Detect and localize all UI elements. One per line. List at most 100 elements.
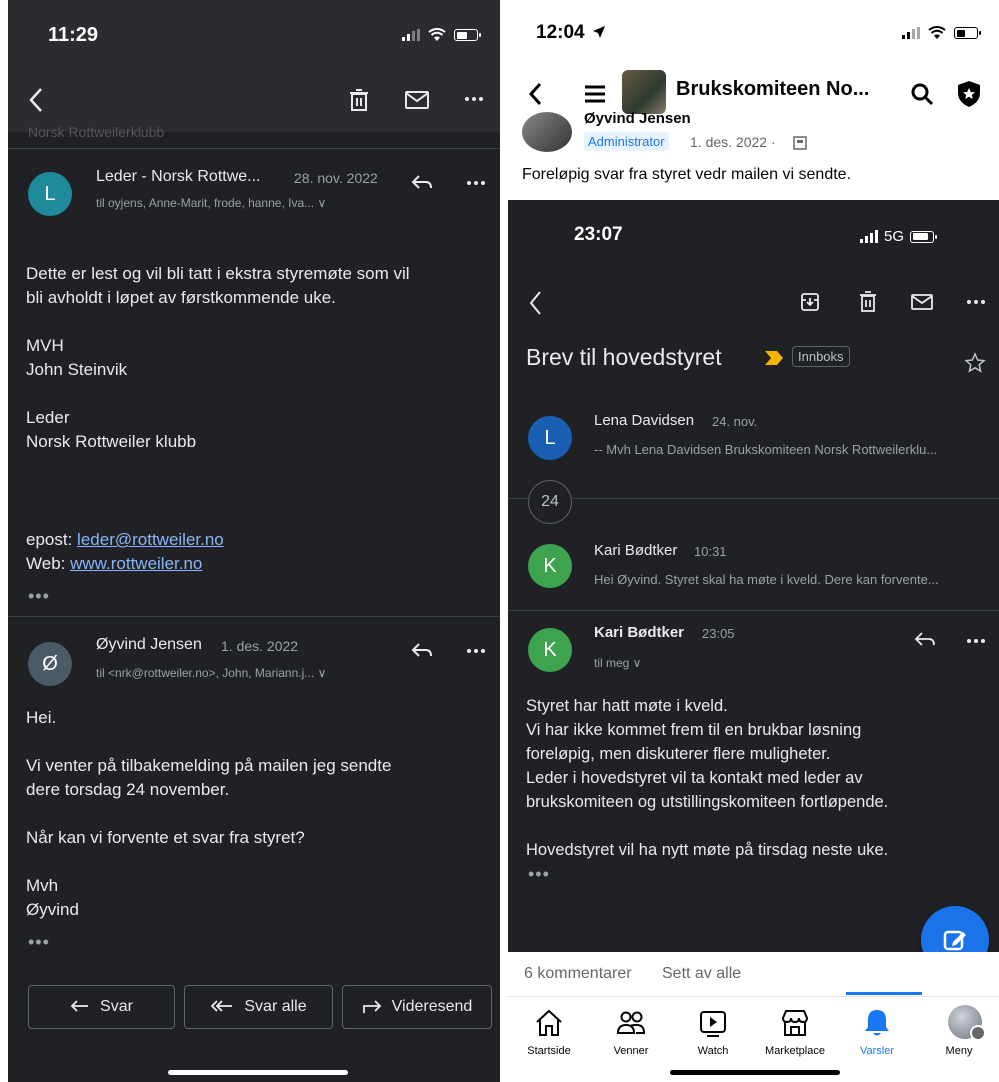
reply-button[interactable]: Svar <box>28 985 175 1029</box>
message-date: 24. nov. <box>712 414 758 429</box>
mail-icon[interactable] <box>404 90 430 110</box>
message-date: 23:05 <box>702 626 735 641</box>
post-meta: 1. des. 2022 · <box>690 134 776 150</box>
trash-icon[interactable] <box>348 88 370 112</box>
watch-icon <box>700 1011 726 1037</box>
show-trimmed-content[interactable]: ••• <box>28 932 50 953</box>
right-facebook-screenshot: 12:04 Brukskomiteen No... Øyvind Jensen … <box>508 0 999 1082</box>
home-indicator <box>168 1070 348 1075</box>
location-icon <box>593 26 605 38</box>
left-gmail-screenshot: 11:29 Norsk Rottweilerklubb L Leder - No… <box>8 0 500 1082</box>
sender-name: Lena Davidsen <box>594 412 695 429</box>
tab-label: Startside <box>527 1045 571 1057</box>
battery-icon <box>454 29 481 41</box>
web-link[interactable]: www.rottweiler.no <box>70 554 202 573</box>
back-icon[interactable] <box>28 86 44 114</box>
network-label: 5G <box>884 228 905 245</box>
divider <box>8 148 500 149</box>
group-thumbnail[interactable] <box>622 70 666 114</box>
tab-marketplace[interactable]: Marketplace <box>754 997 836 1067</box>
forward-label: Videresend <box>391 998 473 1015</box>
bell-icon <box>865 1010 889 1036</box>
avatar: L <box>528 416 572 460</box>
reply-icon[interactable] <box>410 642 434 660</box>
message-snippet: -- Mvh Lena Davidsen Brukskomiteen Norsk… <box>594 442 938 457</box>
post-stats-bar: 6 kommentarer Sett av alle <box>508 952 999 996</box>
home-indicator <box>670 1070 840 1075</box>
email-subject: Brev til hovedstyret <box>526 344 722 370</box>
sender-name: Kari Bødtker <box>594 624 685 641</box>
post-attached-image[interactable]: 23:07 5G Brev til hovedstyret Innboks L … <box>508 200 999 952</box>
status-time: 12:04 <box>536 22 585 43</box>
avatar: Ø <box>28 642 72 686</box>
tab-meny[interactable]: Meny <box>918 997 999 1067</box>
message-body: Hei. Vi venter på tilbakemelding på mail… <box>26 708 392 919</box>
reply-all-icon <box>211 1000 233 1012</box>
group-header: Brukskomiteen No... <box>508 64 999 124</box>
wifi-icon <box>428 28 446 41</box>
message-date: 10:31 <box>694 544 727 559</box>
divider <box>8 616 500 617</box>
recipients[interactable]: til oyjens, Anne-Marit, frode, hanne, Iv… <box>96 196 326 210</box>
search-icon[interactable] <box>910 82 934 106</box>
recipients: til meg ∨ <box>594 656 642 670</box>
tab-varsler[interactable]: Varsler <box>836 997 918 1067</box>
tab-label: Watch <box>697 1045 729 1057</box>
recipients[interactable]: til <nrk@rottweiler.no>, John, Mariann.j… <box>96 666 326 680</box>
sender-name: Kari Bødtker <box>594 542 678 559</box>
faded-header: Norsk Rottweilerklubb <box>28 124 165 140</box>
reply-icon[interactable] <box>410 174 434 192</box>
menu-badge-icon <box>970 1025 986 1041</box>
tab-label: Venner <box>613 1045 649 1057</box>
status-time: 23:07 <box>574 224 623 245</box>
message-body: Styret har hatt møte i kveld. Vi har ikk… <box>526 697 889 859</box>
more-icon[interactable] <box>466 648 486 654</box>
reply-all-label: Svar alle <box>244 998 307 1015</box>
status-bar: 11:29 <box>8 0 500 70</box>
system-icons: 5G <box>860 228 938 245</box>
system-icons <box>402 28 481 42</box>
reply-icon <box>70 1000 89 1012</box>
reply-all-button[interactable]: Svar alle <box>184 985 333 1029</box>
comments-count[interactable]: 6 kommentarer <box>524 965 632 983</box>
status-bar: 12:04 <box>508 0 999 64</box>
tab-label: Meny <box>945 1045 973 1057</box>
sender-name[interactable]: Øyvind Jensen <box>96 636 202 654</box>
admin-shield-icon[interactable] <box>956 80 982 108</box>
tab-label: Varsler <box>859 1045 895 1057</box>
friends-icon <box>616 1011 646 1034</box>
hamburger-icon[interactable] <box>584 84 606 104</box>
show-trimmed-content[interactable]: ••• <box>28 586 50 607</box>
important-marker-icon <box>765 351 783 365</box>
back-icon[interactable] <box>528 82 542 106</box>
reply-label: Svar <box>100 998 133 1015</box>
avatar: K <box>528 544 572 588</box>
archive-icon <box>801 293 819 311</box>
group-privacy-icon <box>793 136 807 150</box>
battery-icon <box>910 230 938 243</box>
more-icon[interactable] <box>466 180 486 186</box>
seen-by[interactable]: Sett av alle <box>662 965 741 983</box>
tab-startside[interactable]: Startside <box>508 997 590 1067</box>
show-trimmed-content: ••• <box>528 864 550 884</box>
divider <box>508 610 999 611</box>
group-title[interactable]: Brukskomiteen No... <box>676 78 869 101</box>
tab-watch[interactable]: Watch <box>672 997 754 1067</box>
sender-name[interactable]: Leder - Norsk Rottwe... <box>96 168 261 186</box>
battery-icon <box>954 27 981 39</box>
tab-venner[interactable]: Venner <box>590 997 672 1067</box>
wifi-icon <box>928 26 946 39</box>
group-post: Øyvind Jensen Administrator 1. des. 2022… <box>508 110 999 200</box>
inbox-label: Innboks <box>792 346 850 367</box>
active-tab-indicator <box>846 992 922 995</box>
web-line: Web: www.rottweiler.no <box>26 554 203 573</box>
message-snippet: Hei Øyvind. Styret skal ha møte i kveld.… <box>594 572 939 587</box>
author-avatar[interactable] <box>522 112 572 152</box>
more-icon[interactable] <box>464 96 484 102</box>
hidden-messages-count: 24 <box>528 480 572 524</box>
forward-button[interactable]: Videresend <box>342 985 492 1029</box>
trash-icon <box>860 291 876 312</box>
signal-icon <box>860 229 878 243</box>
post-author[interactable]: Øyvind Jensen <box>584 110 691 127</box>
forward-icon <box>362 1000 381 1013</box>
